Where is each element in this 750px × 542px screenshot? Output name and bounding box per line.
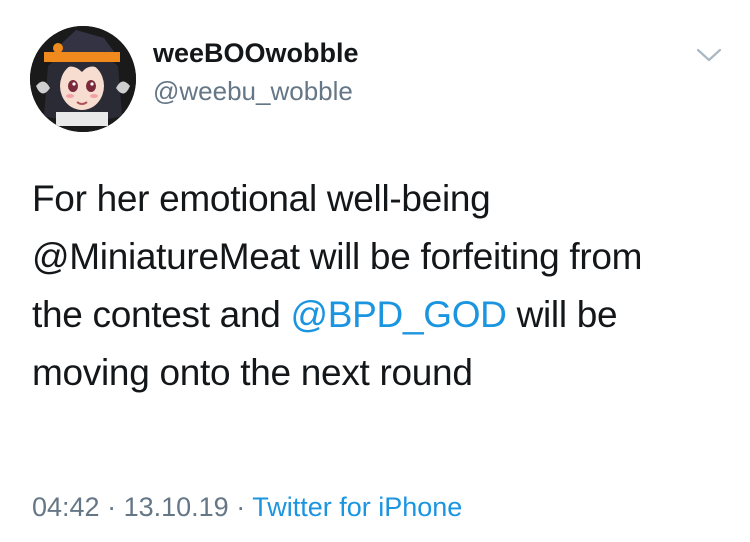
mention-link[interactable]: @BPD_GOD [291,294,507,335]
tweet-time[interactable]: 04:42 [32,492,100,522]
tweet-line: For her emotional well-being [32,178,491,219]
meta-separator: · [228,492,253,522]
tweet-text-segment: the contest and [32,294,291,335]
chevron-down-icon[interactable] [694,44,724,66]
tweet-text-segment: will be [506,294,618,335]
display-name[interactable]: weeBOOwobble [153,38,359,69]
meta-separator: · [99,492,124,522]
tweet-card: weeBOOwobble @weebu_wobble For her emoti… [0,0,750,542]
tweet-line: the contest and @BPD_GOD will be [32,286,732,344]
tweet-text: For her emotional well-being @MiniatureM… [32,170,732,402]
tweet-line: moving onto the next round [32,352,473,393]
tweet-source-link[interactable]: Twitter for iPhone [252,492,462,522]
user-handle[interactable]: @weebu_wobble [153,76,353,107]
tweet-line: @MiniatureMeat will be forfeiting from [32,236,643,277]
tweet-date[interactable]: 13.10.19 [124,492,229,522]
avatar-icon [30,26,136,132]
avatar[interactable] [30,26,136,132]
tweet-meta: 04:42 · 13.10.19 · Twitter for iPhone [32,492,462,523]
